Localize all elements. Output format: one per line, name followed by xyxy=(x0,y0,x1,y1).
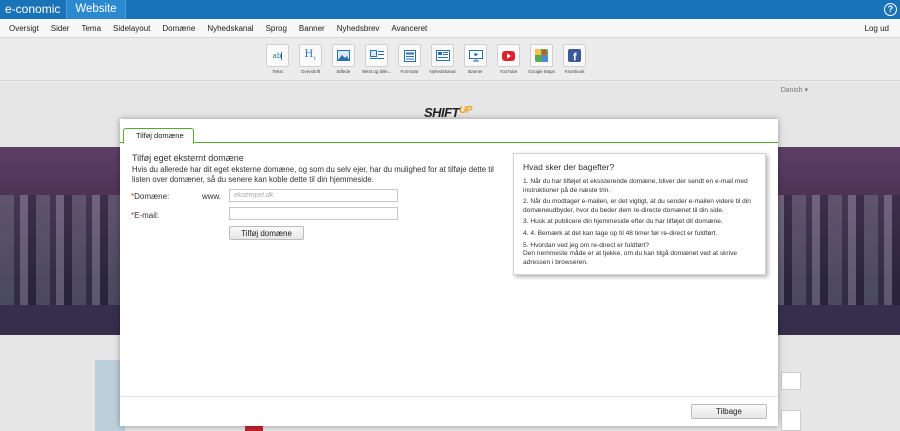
heading-icon: H1 xyxy=(304,49,317,62)
tool-text[interactable]: ab Tekst xyxy=(261,44,294,74)
tool-label: Tekst og bille... xyxy=(361,69,392,74)
top-bar: e-conomic Website ? xyxy=(0,0,900,19)
tool-news[interactable]: Nyhedskanal xyxy=(426,44,459,74)
logo-accent: UP xyxy=(459,105,472,116)
text-image-icon xyxy=(369,50,384,59)
tool-label: Overskrift xyxy=(300,69,321,74)
domain-label-text: Domæne: xyxy=(134,192,170,201)
tool-youtube[interactable]: YouTube xyxy=(492,44,525,74)
tool-label: Banner xyxy=(468,69,483,74)
info-item: 1. Når du har tilføjet et eksisterende d… xyxy=(523,178,748,194)
menu-item-sidelayout[interactable]: Sidelayout xyxy=(107,19,156,38)
domain-label: *Domæne: xyxy=(131,192,169,201)
help-icon[interactable]: ? xyxy=(884,3,897,16)
banner-icon xyxy=(468,49,483,61)
form-description: Hvis du allerede har dit eget eksterne d… xyxy=(132,165,494,184)
main-menu: Oversigt Sider Tema Sidelayout Domæne Ny… xyxy=(0,19,900,38)
tool-heading[interactable]: H1 Overskrift xyxy=(294,44,327,74)
email-input[interactable] xyxy=(229,207,398,220)
image-icon xyxy=(337,50,350,61)
email-label-text: E-mail: xyxy=(134,211,160,220)
email-label: *E-mail: xyxy=(131,211,159,220)
language-label: Danish xyxy=(780,87,803,94)
menu-item-domaene[interactable]: Domæne xyxy=(156,19,201,38)
logout-link[interactable]: Log ud xyxy=(865,19,889,38)
menu-item-tema[interactable]: Tema xyxy=(75,19,107,38)
menu-item-nyhedsbrev[interactable]: Nyhedsbrev xyxy=(331,19,386,38)
back-button[interactable]: Tilbage xyxy=(691,404,767,419)
dialog-footer: Tilbage xyxy=(120,396,778,426)
tool-label: Tekst xyxy=(272,69,283,74)
tool-text-image[interactable]: Tekst og bille... xyxy=(360,44,393,74)
tool-label: Facebook xyxy=(564,69,585,74)
chevron-down-icon: ▾ xyxy=(804,87,808,94)
domain-prefix: www. xyxy=(202,192,222,201)
menu-item-oversigt[interactable]: Oversigt xyxy=(0,19,45,38)
info-panel: Hvad sker der bagefter? 1. Når du har ti… xyxy=(513,153,766,275)
widget-toolbar: ab Tekst H1 Overskrift Billede Tekst og … xyxy=(0,38,900,81)
tool-label: YouTube xyxy=(499,69,518,74)
dialog-tabbar: Tilføj domæne xyxy=(120,119,778,144)
info-list: 1. Når du har tilføjet et eksisterende d… xyxy=(523,178,756,267)
tool-label: Google Maps xyxy=(528,69,555,74)
text-icon: ab xyxy=(272,51,283,60)
info-item: 4. 4. Bemærk at det kan tage op til 48 t… xyxy=(523,229,718,237)
domain-input[interactable] xyxy=(229,189,398,202)
youtube-icon xyxy=(502,50,515,61)
language-selector[interactable]: Danish ▾ xyxy=(781,86,808,94)
form-icon xyxy=(403,49,416,62)
info-item: 2. Når du modtager e-mailen, er det vigt… xyxy=(523,198,751,214)
menu-item-nyhedskanal[interactable]: Nyhedskanal xyxy=(201,19,259,38)
site-logo: SHIFTUP xyxy=(424,105,472,120)
tool-facebook[interactable]: f Facebook xyxy=(558,44,591,74)
menu-item-sider[interactable]: Sider xyxy=(45,19,76,38)
svg-text:f: f xyxy=(573,52,577,63)
menu-item-sprog[interactable]: Sprog xyxy=(260,19,293,38)
tool-label: Billede xyxy=(336,69,351,74)
tab-add-domain[interactable]: Tilføj domæne xyxy=(123,128,194,144)
menu-item-banner[interactable]: Banner xyxy=(293,19,331,38)
tool-label: Nyhedskanal xyxy=(429,69,456,74)
facebook-icon: f xyxy=(568,49,581,62)
info-item: 5. Hvordan ved jeg om re-direct er fuldf… xyxy=(523,241,738,266)
add-domain-button[interactable]: Tilføj domæne xyxy=(229,226,304,240)
menu-item-avanceret[interactable]: Avanceret xyxy=(385,19,433,38)
logo-text: SHIFT xyxy=(424,105,460,120)
info-title: Hvad sker der bagefter? xyxy=(523,162,615,172)
news-icon xyxy=(435,50,450,61)
tool-banner[interactable]: Banner xyxy=(459,44,492,74)
tool-label: Formular xyxy=(400,69,419,74)
brand-name[interactable]: e-conomic xyxy=(0,0,66,19)
google-maps-icon xyxy=(535,49,548,62)
tool-google-maps[interactable]: Google Maps xyxy=(525,44,558,74)
info-item: 3. Husk at publicere din hjemmeside efte… xyxy=(523,218,723,226)
tool-form[interactable]: Formular xyxy=(393,44,426,74)
sidebar-field xyxy=(781,410,801,431)
tool-image[interactable]: Billede xyxy=(327,44,360,74)
add-domain-dialog: Tilføj domæne Tilføj eget eksternt domæn… xyxy=(120,119,778,426)
form-title: Tilføj eget eksternt domæne xyxy=(132,153,244,163)
sidebar-field xyxy=(781,372,801,390)
website-tab[interactable]: Website xyxy=(66,0,126,19)
